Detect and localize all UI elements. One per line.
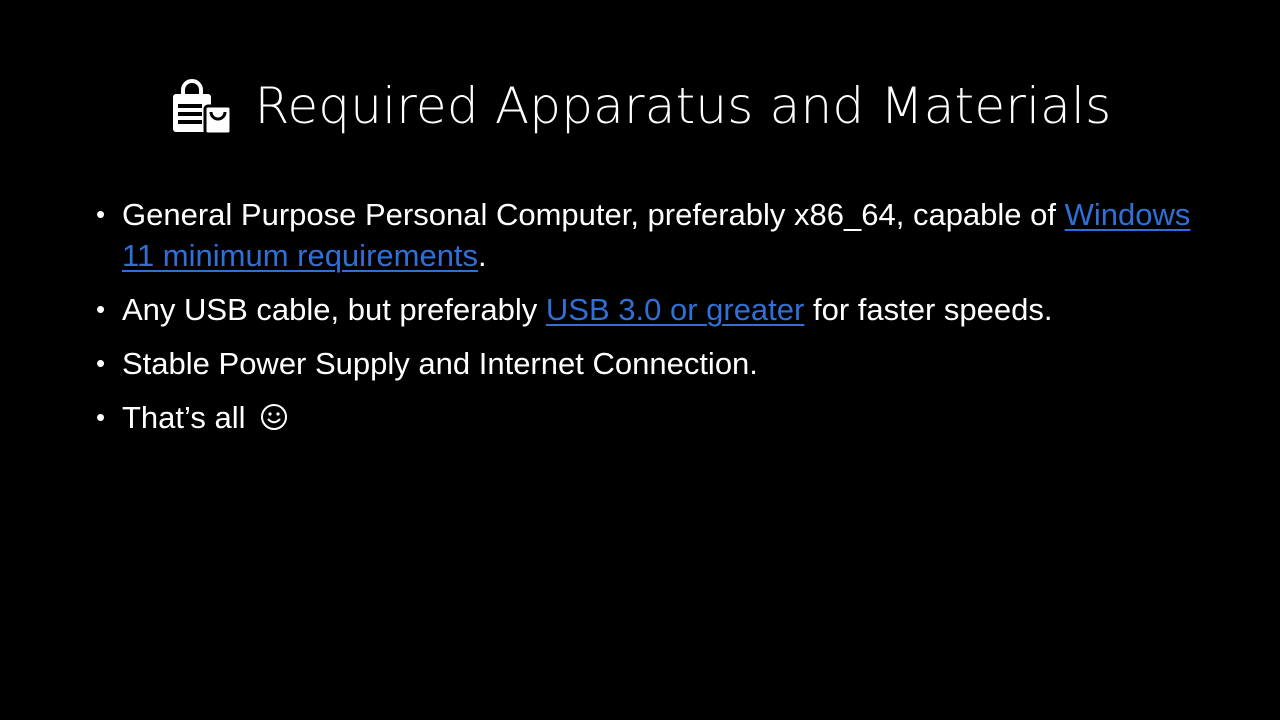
slide-title: Required Apparatus and Materials [254, 77, 1112, 135]
bullet-text-end: for faster speeds. [804, 292, 1053, 327]
bullet-item-power-internet: • Stable Power Supply and Internet Conne… [96, 343, 1206, 384]
bullet-text-end: . [478, 238, 487, 273]
bullet-item-thats-all: • That’s all [96, 397, 1206, 441]
bullet-text: Stable Power Supply and Internet Connect… [122, 346, 758, 381]
bullet-marker: • [96, 402, 106, 432]
bullet-text: General Purpose Personal Computer, prefe… [122, 197, 1065, 232]
bullet-text: That’s all [122, 400, 255, 435]
bullet-item-computer: • General Purpose Personal Computer, pre… [96, 194, 1206, 276]
bullet-marker: • [96, 199, 106, 229]
bullet-marker: • [96, 294, 106, 324]
smiley-face-icon [260, 400, 288, 441]
bullet-text: Any USB cable, but preferably [122, 292, 546, 327]
bullet-marker: • [96, 348, 106, 378]
bullet-list: • General Purpose Personal Computer, pre… [96, 194, 1206, 454]
title-row: Required Apparatus and Materials [0, 70, 1280, 142]
bullet-item-usb-cable: • Any USB cable, but preferably USB 3.0 … [96, 289, 1206, 330]
shopping-bag-icon [169, 74, 233, 138]
usb-3-link[interactable]: USB 3.0 or greater [546, 292, 804, 327]
slide: Required Apparatus and Materials • Gener… [0, 0, 1280, 720]
